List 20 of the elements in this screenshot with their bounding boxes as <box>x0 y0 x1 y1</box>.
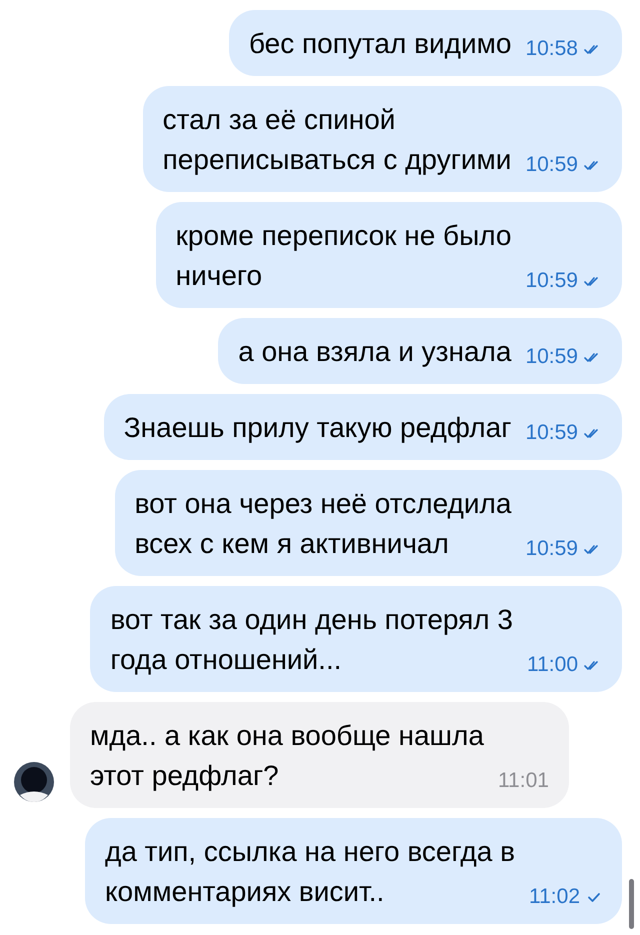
message-time: 10:59 <box>525 344 578 370</box>
message-time: 10:58 <box>525 36 578 62</box>
message-time: 10:59 <box>525 152 578 178</box>
message-time: 10:59 <box>525 268 578 294</box>
message-text: кроме переписок не было ничего <box>176 219 512 293</box>
scrollbar[interactable] <box>629 879 634 929</box>
message-time: 10:59 <box>525 420 578 446</box>
message-text: мда.. а как она вообще нашла этот редфлаг? <box>90 719 484 793</box>
avatar-icon[interactable] <box>14 762 54 802</box>
message-text: бес попутал видимо <box>248 27 512 61</box>
message-time: 10:59 <box>525 536 578 562</box>
message-time: 11:01 <box>498 768 549 794</box>
message-text: стал за её спиной переписываться с другими <box>162 103 512 177</box>
message-text: Знаешь прилу такую редфлаг <box>124 411 512 445</box>
message-text: а она взяла и узнала <box>238 335 512 369</box>
message-text: да тип, ссылка на него всегда в комментариях висит.. <box>104 835 515 909</box>
message-time: 11:02 <box>529 884 580 910</box>
message-text: вот она через неё отследила всех с кем я активничал <box>134 487 512 561</box>
message-time: 11:00 <box>527 652 578 678</box>
message-text: вот так за один день потерял 3 года отношений... <box>110 603 513 677</box>
